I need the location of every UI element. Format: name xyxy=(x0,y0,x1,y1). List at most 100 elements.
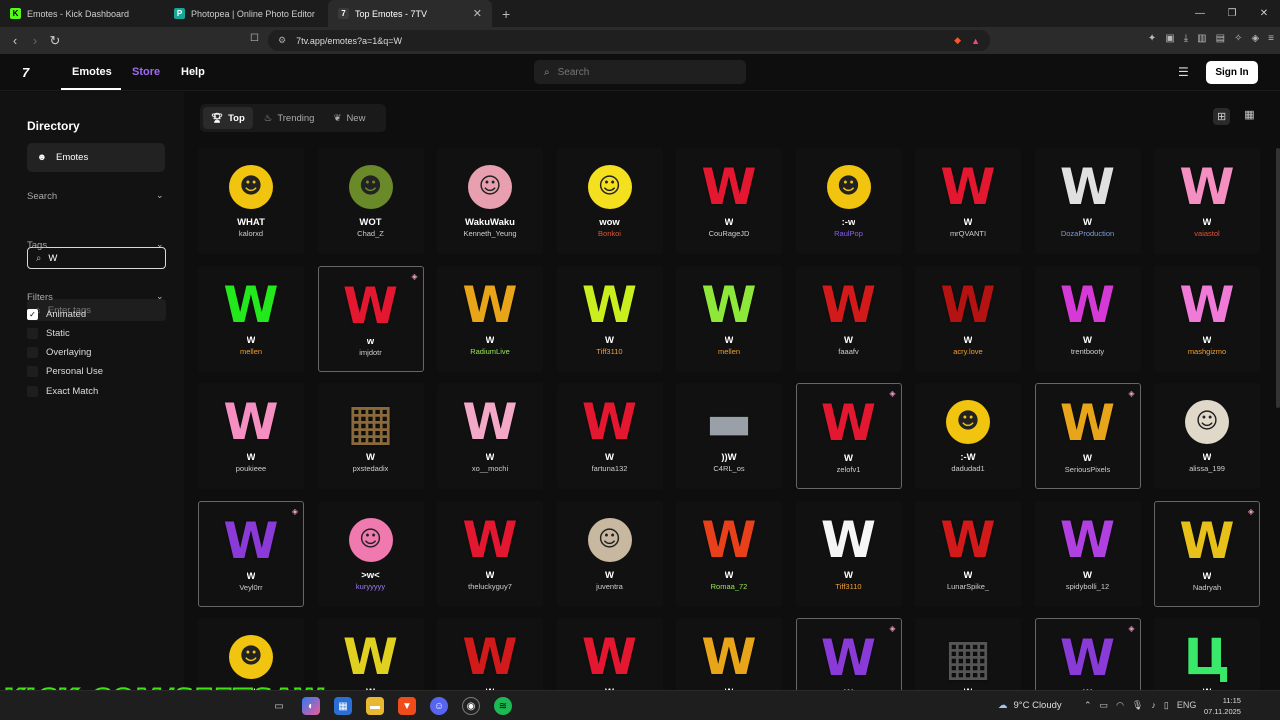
clock[interactable]: 11:15 07.11.2025 xyxy=(1204,695,1241,717)
emote-card[interactable]: WW◈ xyxy=(795,618,902,690)
emote-author[interactable]: Tiff3110 xyxy=(835,582,861,591)
emote-card[interactable]: ☺ Wjuventra xyxy=(556,500,663,607)
spotify-icon[interactable]: ≋ xyxy=(494,697,512,715)
emote-author[interactable]: RaulPop xyxy=(834,229,863,238)
emote-card[interactable]: W W Veyl0rr ◈ xyxy=(198,500,304,607)
address-bar[interactable]: ⚙ 7tv.app/emotes?a=1&q=W ◆ ▲ xyxy=(268,30,990,51)
sign-in-button[interactable]: Sign In xyxy=(1206,61,1258,84)
emote-author[interactable]: Chad_Z xyxy=(357,229,384,238)
emote-card[interactable]: W W SeriousPixels ◈ xyxy=(1034,383,1141,489)
close-tab-icon[interactable]: ✕ xyxy=(473,7,482,20)
mic-icon[interactable]: 🎙︎ xyxy=(1132,700,1143,711)
nav-store[interactable]: Store xyxy=(132,66,160,78)
emote-author[interactable]: mrQVANTI xyxy=(950,229,986,238)
emote-author[interactable]: spidybolli_12 xyxy=(1066,582,1109,591)
grid-large-icon[interactable]: ⊞ xyxy=(1213,108,1231,125)
minimize-button[interactable]: — xyxy=(1184,8,1216,19)
emote-card[interactable]: W Wpoukieee xyxy=(198,383,304,489)
weather-widget[interactable]: ☁ 9°C Cloudy xyxy=(998,700,1062,711)
obs-icon[interactable]: ◉ xyxy=(462,697,480,715)
emote-card[interactable]: W Wmashgizmo xyxy=(1154,265,1260,372)
emote-author[interactable]: trentbooty xyxy=(1071,347,1104,356)
checkbox-icon[interactable] xyxy=(27,347,38,358)
emote-author[interactable]: zelofv1 xyxy=(837,465,861,474)
emote-search-field[interactable]: ⌕ W xyxy=(27,247,166,269)
tab-kick-dashboard[interactable]: K Emotes - Kick Dashboard xyxy=(0,0,164,27)
brave-shield-icon[interactable]: ◆ xyxy=(954,35,961,46)
filter-personal-use[interactable]: Personal Use xyxy=(27,366,103,377)
emote-author[interactable]: SeriousPixels xyxy=(1065,465,1110,474)
emote-author[interactable]: imjdotr xyxy=(359,348,382,357)
emote-card[interactable]: ☺ WakuWaku Kenneth_Yeung xyxy=(437,148,543,254)
emote-author[interactable]: xo__mochi xyxy=(472,464,508,473)
checkbox-icon[interactable] xyxy=(27,386,38,397)
emote-card[interactable]: ☺ Walissa_199 xyxy=(1154,383,1260,489)
reload-icon[interactable]: ↻ xyxy=(45,33,65,49)
emote-author[interactable]: acry.love xyxy=(953,347,982,356)
emote-card[interactable]: W WmrQVANTI xyxy=(915,148,1021,254)
task-view-icon[interactable]: ▭ xyxy=(270,697,288,715)
emote-card[interactable]: W Wtheluckyguy7 xyxy=(437,500,543,607)
scrollbar[interactable] xyxy=(1276,148,1280,408)
emote-card[interactable]: WW xyxy=(317,618,424,690)
file-explorer-icon[interactable]: ▬ xyxy=(366,697,384,715)
back-icon[interactable]: ‹ xyxy=(5,33,25,48)
emote-card[interactable]: W W Romaa_72 xyxy=(676,500,782,607)
7tv-logo[interactable]: 7 xyxy=(22,65,29,80)
emote-card[interactable]: W W RadiumLive xyxy=(437,265,543,372)
emote-author[interactable]: vaiastol xyxy=(1194,229,1219,238)
emote-author[interactable]: juventra xyxy=(596,582,623,591)
emote-card[interactable]: ☻:-w RaulPop xyxy=(795,148,902,254)
emote-author[interactable]: CouRageJD xyxy=(709,229,750,238)
emote-card[interactable]: ☺ >w< kuryyyyy xyxy=(317,500,424,607)
forward-icon[interactable]: › xyxy=(25,33,45,48)
site-info-icon[interactable]: ⚙ xyxy=(278,35,286,46)
emote-card[interactable]: W Wmellen xyxy=(676,265,782,372)
emote-author[interactable]: Veyl0rr xyxy=(239,583,262,592)
emote-card[interactable]: ☻ WOT Chad_Z xyxy=(317,148,424,254)
emote-author[interactable]: faaafv xyxy=(838,347,858,356)
emote-author[interactable]: fartuna132 xyxy=(592,464,628,473)
emote-card[interactable]: ▦W xyxy=(915,618,1021,690)
tab-new[interactable]: ❦ New xyxy=(325,107,373,129)
nav-help[interactable]: Help xyxy=(181,66,205,78)
emote-card[interactable]: W W Tiff3110 xyxy=(556,265,663,372)
emote-card[interactable]: ▦ Wpxstedadix xyxy=(317,383,424,489)
brave-rewards-icon[interactable]: ▲ xyxy=(971,36,980,46)
emote-author[interactable]: Nadryah xyxy=(1193,583,1221,592)
menu-icon[interactable]: ≡ xyxy=(1268,33,1274,44)
emote-card[interactable]: ЦW xyxy=(1154,618,1260,690)
brave-icon[interactable]: ▼ xyxy=(398,697,416,715)
wifi-icon[interactable]: ◠ xyxy=(1116,700,1124,711)
leo-icon[interactable]: ✧ xyxy=(1234,33,1242,44)
emote-card[interactable]: W Wfaaafv xyxy=(795,265,902,372)
sidebar-icon[interactable]: ▥ xyxy=(1197,33,1206,44)
download-icon[interactable]: ⤓ xyxy=(1184,33,1188,44)
sidebar-item-emotes[interactable]: ☻ Emotes xyxy=(27,143,165,172)
store-icon[interactable]: ▦ xyxy=(334,697,352,715)
speaker-icon[interactable]: ♪ xyxy=(1151,700,1156,711)
monitor-icon[interactable]: ▭ xyxy=(1100,700,1109,711)
emote-card[interactable]: ☻:-W dadudad1 xyxy=(915,383,1021,489)
chevron-down-icon[interactable]: ⌄ xyxy=(156,291,164,302)
emote-card[interactable]: WW xyxy=(556,618,663,690)
filter-static[interactable]: Static xyxy=(27,328,70,339)
nav-emotes[interactable]: Emotes xyxy=(72,66,112,78)
emote-author[interactable]: DozaProduction xyxy=(1061,229,1114,238)
emote-card[interactable]: WW◈ xyxy=(1034,618,1141,690)
emote-author[interactable]: RadiumLive xyxy=(470,347,510,356)
chevron-up-icon[interactable]: ⌃ xyxy=(1084,700,1092,711)
site-search-input[interactable]: ⌕ Search xyxy=(534,60,746,84)
emote-author[interactable]: alissa_199 xyxy=(1189,464,1225,473)
emote-author[interactable]: poukieee xyxy=(236,464,266,473)
emote-author[interactable]: kuryyyyy xyxy=(356,582,385,591)
checkbox-icon[interactable] xyxy=(27,328,38,339)
wallet-icon[interactable]: ▤ xyxy=(1216,33,1225,44)
emote-author[interactable]: Romaa_72 xyxy=(711,582,748,591)
emote-card[interactable]: Ww imjdotr ◈ xyxy=(317,265,424,372)
emote-author[interactable]: dadudad1 xyxy=(951,464,984,473)
filter-animated[interactable]: ✓ Animated xyxy=(27,309,86,320)
emote-author[interactable]: pxstedadix xyxy=(353,464,389,473)
screenshot-icon[interactable]: ▣ xyxy=(1165,33,1174,44)
close-window-button[interactable]: ✕ xyxy=(1248,8,1280,19)
